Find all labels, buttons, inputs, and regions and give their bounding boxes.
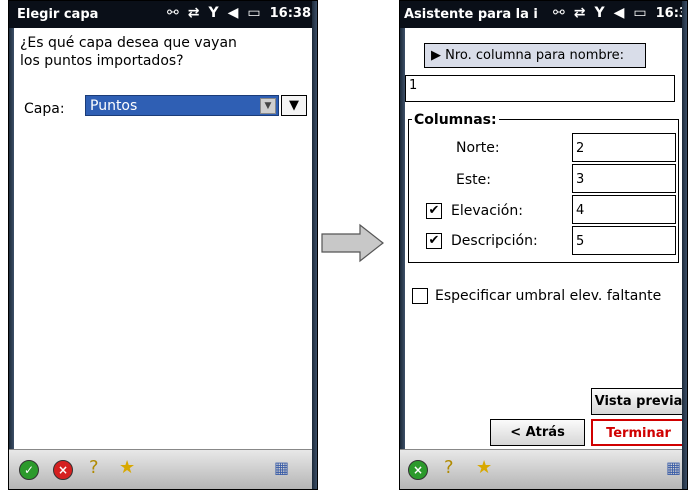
este-label: Este:	[456, 172, 491, 188]
question-text: ¿Es qué capa desea que vayan los puntos …	[20, 35, 237, 69]
name-column-field[interactable]: 1	[405, 75, 675, 102]
ok-icon[interactable]: ✓	[19, 460, 39, 480]
left-title: Elegir capa	[17, 7, 99, 22]
volume-icon[interactable]: ◀	[228, 5, 239, 21]
battery-icon[interactable]: ▭	[633, 5, 646, 21]
preview-button[interactable]: Vista previa	[591, 388, 686, 415]
left-content: ¿Es qué capa desea que vayan los puntos …	[14, 28, 312, 450]
capa-dropdown-button[interactable]: ▼	[281, 95, 307, 116]
sync-off-icon[interactable]: ⚯	[167, 5, 179, 21]
no-signal-icon[interactable]: Y	[208, 5, 218, 21]
right-taskbar: × ? ★ ▦	[400, 449, 687, 489]
elevacion-label: Elevación:	[451, 203, 523, 219]
dropdown-scroll-icon[interactable]: ▼	[260, 98, 276, 114]
left-taskbar: ✓ × ? ★ ▦	[9, 449, 317, 489]
cancel-icon[interactable]: ×	[408, 460, 428, 480]
cancel-icon[interactable]: ×	[53, 460, 73, 480]
keyboard-icon[interactable]: ▦	[666, 458, 681, 477]
volume-icon[interactable]: ◀	[614, 5, 625, 21]
capa-dropdown[interactable]: Puntos ▼	[85, 95, 279, 116]
finish-button[interactable]: Terminar	[591, 419, 686, 446]
help-icon[interactable]: ?	[444, 457, 454, 478]
no-signal-icon[interactable]: Y	[594, 5, 604, 21]
connection-icon[interactable]: ⇄	[574, 5, 586, 21]
right-screen: Asistente para la i ⚯ ⇄ Y ◀ ▭ 16:38 ▶ Nr…	[399, 0, 688, 490]
capa-label: Capa:	[24, 101, 65, 117]
arrow-right-icon	[321, 223, 384, 263]
capa-dropdown-value: Puntos	[90, 98, 138, 114]
clock[interactable]: 16:38	[270, 6, 311, 21]
descripcion-checkbox[interactable]: ✔	[426, 233, 442, 249]
right-content: ▶ Nro. columna para nombre: 1 Columnas: …	[405, 28, 686, 450]
connection-icon[interactable]: ⇄	[188, 5, 200, 21]
chevron-down-icon: ▼	[289, 98, 299, 113]
threshold-label: Especificar umbral elev. faltante	[435, 288, 662, 304]
name-column-button[interactable]: ▶ Nro. columna para nombre:	[424, 43, 646, 68]
columns-group-label: Columnas:	[412, 112, 499, 128]
left-title-bar: Elegir capa ⚯ ⇄ Y ◀ ▭ 16:38	[9, 1, 317, 28]
norte-field[interactable]: 2	[572, 133, 676, 162]
norte-label: Norte:	[456, 140, 500, 156]
right-title: Asistente para la i	[404, 7, 538, 22]
este-field[interactable]: 3	[572, 164, 676, 193]
descripcion-label: Descripción:	[451, 233, 538, 249]
back-button[interactable]: < Atrás	[490, 419, 585, 446]
favorites-icon[interactable]: ★	[119, 457, 135, 478]
sync-off-icon[interactable]: ⚯	[553, 5, 565, 21]
favorites-icon[interactable]: ★	[476, 457, 492, 478]
clock[interactable]: 16:38	[656, 6, 687, 21]
threshold-checkbox[interactable]	[412, 288, 428, 304]
help-icon[interactable]: ?	[89, 457, 99, 478]
elevacion-field[interactable]: 4	[572, 195, 676, 224]
descripcion-field[interactable]: 5	[572, 226, 676, 255]
battery-icon[interactable]: ▭	[247, 5, 260, 21]
left-screen: Elegir capa ⚯ ⇄ Y ◀ ▭ 16:38 ¿Es qué capa…	[8, 0, 318, 490]
keyboard-icon[interactable]: ▦	[274, 458, 289, 477]
elevacion-checkbox[interactable]: ✔	[426, 203, 442, 219]
right-title-bar: Asistente para la i ⚯ ⇄ Y ◀ ▭ 16:38	[400, 1, 687, 28]
